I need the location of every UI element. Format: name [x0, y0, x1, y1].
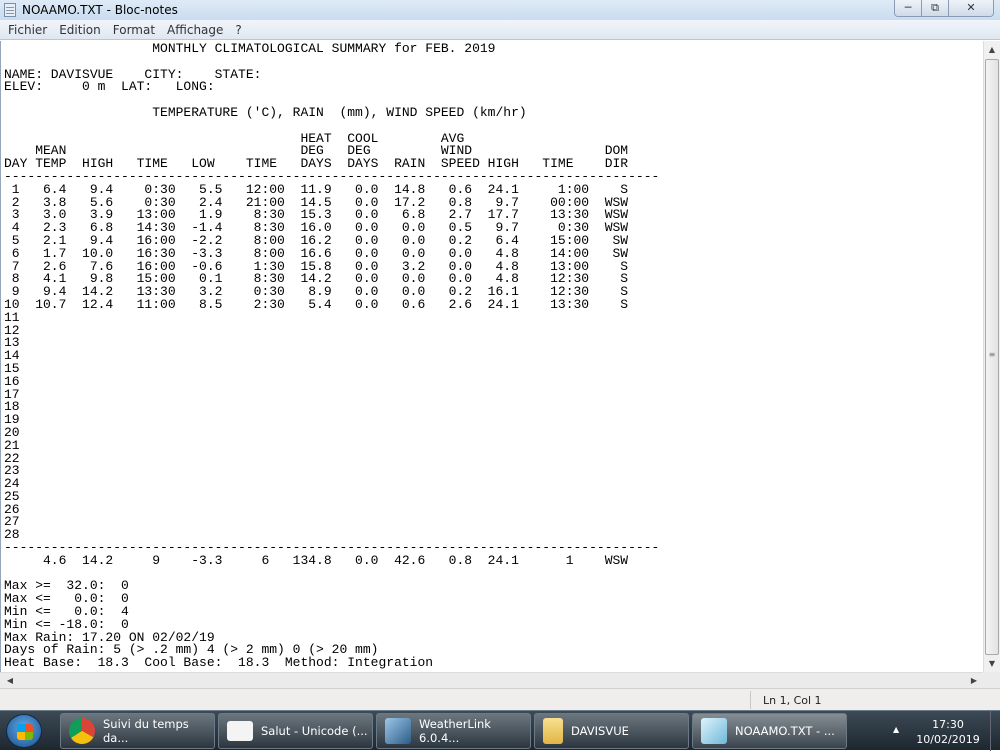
taskbar-item-label: WeatherLink 6.0.4...: [419, 717, 491, 745]
weatherlink-icon: [385, 718, 411, 744]
taskbar-item-label: NOAAMO.TXT - ...: [735, 724, 835, 738]
table-row: 22: [4, 450, 20, 466]
text-editor[interactable]: MONTHLY CLIMATOLOGICAL SUMMARY for FEB. …: [0, 41, 983, 672]
mail-icon: [227, 721, 253, 741]
table-row: 12: [4, 322, 20, 338]
menu-bar: Fichier Edition Format Affichage ?: [0, 20, 1000, 40]
taskbar-item-chrome[interactable]: Suivi du temps da...: [60, 713, 215, 749]
header-line: ELEV: 0 m LAT: LONG:: [4, 79, 215, 95]
table-row: 18: [4, 399, 20, 415]
show-desktop-button[interactable]: [990, 711, 1000, 751]
table-row: 16: [4, 373, 20, 389]
header-line: TEMPERATURE ('C), RAIN (mm), WIND SPEED …: [4, 104, 527, 120]
menu-edition[interactable]: Edition: [53, 20, 107, 39]
close-button[interactable]: ✕: [949, 0, 993, 16]
footer-line: Heat Base: 18.3 Cool Base: 18.3 Method: …: [4, 655, 434, 671]
header-line: MONTHLY CLIMATOLOGICAL SUMMARY for FEB. …: [4, 41, 496, 56]
taskbar-item-notepad[interactable]: NOAAMO.TXT - ...: [692, 713, 847, 749]
title-bar[interactable]: NOAAMO.TXT - Bloc-notes ─ ⧉ ✕: [0, 0, 1000, 20]
window-title: NOAAMO.TXT - Bloc-notes: [22, 3, 178, 17]
folder-icon: [543, 718, 563, 744]
clock[interactable]: 17:30 10/02/2019: [915, 717, 981, 747]
scroll-down-arrow-icon[interactable]: ▼: [984, 655, 1000, 672]
chrome-icon: [69, 718, 95, 744]
table-row: 20: [4, 424, 20, 440]
taskbar-item-label: DAVISVUE: [571, 724, 629, 738]
table-row: 10 10.7 12.4 11:00 8.5 2:30 5.4 0.0 0.6 …: [4, 296, 629, 312]
notepad-icon: [701, 718, 727, 744]
tray-expand-icon[interactable]: ▲: [893, 725, 899, 734]
scroll-right-arrow-icon[interactable]: ▶: [966, 672, 982, 689]
taskbar-item-label: Salut - Unicode (...: [261, 724, 368, 738]
horizontal-scrollbar[interactable]: ◀ ▶: [0, 672, 983, 688]
clock-date: 10/02/2019: [916, 733, 980, 746]
restore-button[interactable]: ⧉: [922, 0, 949, 16]
table-row: 19: [4, 412, 20, 428]
taskbar-item-folder[interactable]: DAVISVUE: [534, 713, 689, 749]
taskbar: Suivi du temps da... Salut - Unicode (..…: [0, 710, 1000, 751]
notepad-icon: [4, 3, 16, 17]
scrollbar-corner: [983, 672, 1000, 688]
table-row: 17: [4, 386, 20, 402]
status-divider: [750, 691, 751, 709]
taskbar-item-weatherlink[interactable]: WeatherLink 6.0.4...: [376, 713, 531, 749]
vertical-scroll-thumb[interactable]: ≡: [985, 59, 999, 655]
windows-logo-icon: [17, 724, 33, 740]
vertical-scrollbar[interactable]: ▲ ≡ ▼: [983, 41, 1000, 672]
table-row: 27: [4, 514, 20, 530]
table-row: 26: [4, 501, 20, 517]
taskbar-item-label: Suivi du temps da...: [103, 717, 189, 745]
minimize-button[interactable]: ─: [895, 0, 922, 16]
clock-time: 17:30: [932, 718, 964, 731]
table-row: 15: [4, 360, 20, 376]
scroll-left-arrow-icon[interactable]: ◀: [2, 672, 18, 689]
totals-row: 4.6 14.2 9 -3.3 6 134.8 0.0 42.6 0.8 24.…: [4, 552, 629, 568]
window-controls: ─ ⧉ ✕: [894, 0, 994, 17]
cursor-position: Ln 1, Col 1: [763, 694, 822, 707]
menu-format[interactable]: Format: [107, 20, 161, 39]
table-row: 23: [4, 463, 20, 479]
scroll-up-arrow-icon[interactable]: ▲: [984, 41, 1000, 58]
status-bar: Ln 1, Col 1: [0, 688, 1000, 710]
table-row: 21: [4, 437, 20, 453]
table-row: 14: [4, 348, 20, 364]
table-row: 11: [4, 309, 20, 325]
start-button[interactable]: [6, 714, 42, 748]
taskbar-item-mail[interactable]: Salut - Unicode (...: [218, 713, 373, 749]
menu-help[interactable]: ?: [229, 20, 247, 39]
table-row: 13: [4, 335, 20, 351]
table-row: 24: [4, 476, 20, 492]
menu-affichage[interactable]: Affichage: [161, 20, 229, 39]
document-text: MONTHLY CLIMATOLOGICAL SUMMARY for FEB. …: [4, 41, 659, 671]
menu-fichier[interactable]: Fichier: [2, 20, 53, 39]
table-row: 25: [4, 488, 20, 504]
